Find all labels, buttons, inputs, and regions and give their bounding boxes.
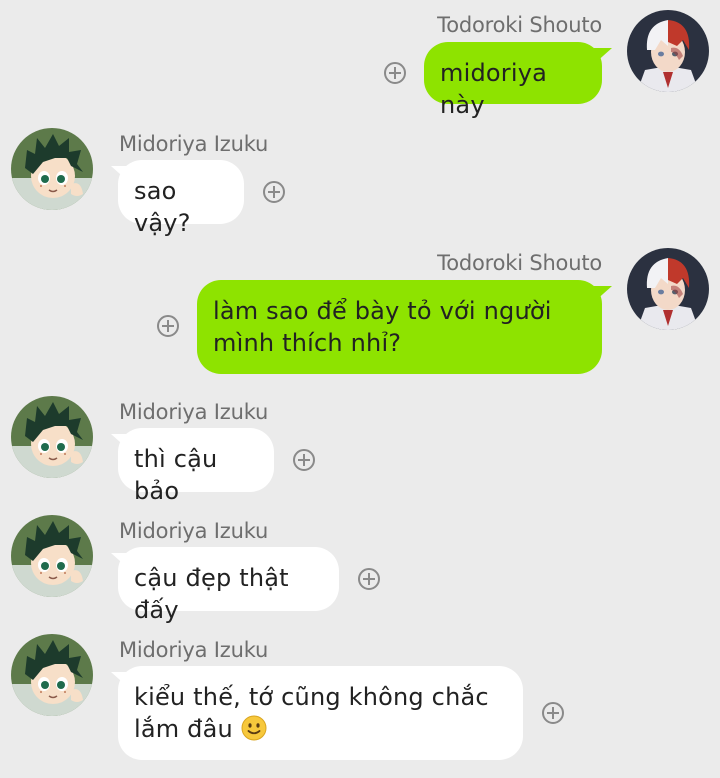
add-reaction-icon[interactable]	[384, 62, 406, 84]
message-text: kiểu thế, tớ cũng không chắc lắm đâu	[134, 683, 489, 743]
message-bubble[interactable]: cậu đẹp thật đấy	[118, 547, 339, 624]
slightly-smiling-face-emoji	[241, 715, 267, 741]
todoroki-avatar[interactable]	[627, 248, 709, 330]
sender-name: Todoroki Shouto	[437, 13, 602, 37]
add-reaction-icon[interactable]	[358, 568, 380, 590]
sender-name: Todoroki Shouto	[437, 251, 602, 275]
sender-name: Midoriya Izuku	[119, 519, 269, 543]
add-reaction-icon[interactable]	[157, 315, 179, 337]
midoriya-avatar[interactable]	[11, 634, 93, 716]
sender-name: Midoriya Izuku	[119, 400, 269, 424]
message-bubble[interactable]: kiểu thế, tớ cũng không chắc lắm đâu	[118, 666, 523, 760]
add-reaction-icon[interactable]	[263, 181, 285, 203]
midoriya-avatar[interactable]	[11, 128, 93, 210]
message-bubble[interactable]: midoriya này	[424, 42, 602, 119]
sender-name: Midoriya Izuku	[119, 132, 269, 156]
message-bubble[interactable]: sao vậy?	[118, 160, 244, 237]
add-reaction-icon[interactable]	[293, 449, 315, 471]
message-bubble[interactable]: thì cậu bảo	[118, 428, 274, 505]
midoriya-avatar[interactable]	[11, 515, 93, 597]
chat-screen: { "messages": [ {"sender": "Todoroki Sho…	[0, 0, 720, 778]
todoroki-avatar[interactable]	[627, 10, 709, 92]
add-reaction-icon[interactable]	[542, 702, 564, 724]
message-bubble[interactable]: làm sao để bày tỏ với người mình thích n…	[197, 280, 602, 374]
midoriya-avatar[interactable]	[11, 396, 93, 478]
sender-name: Midoriya Izuku	[119, 638, 269, 662]
